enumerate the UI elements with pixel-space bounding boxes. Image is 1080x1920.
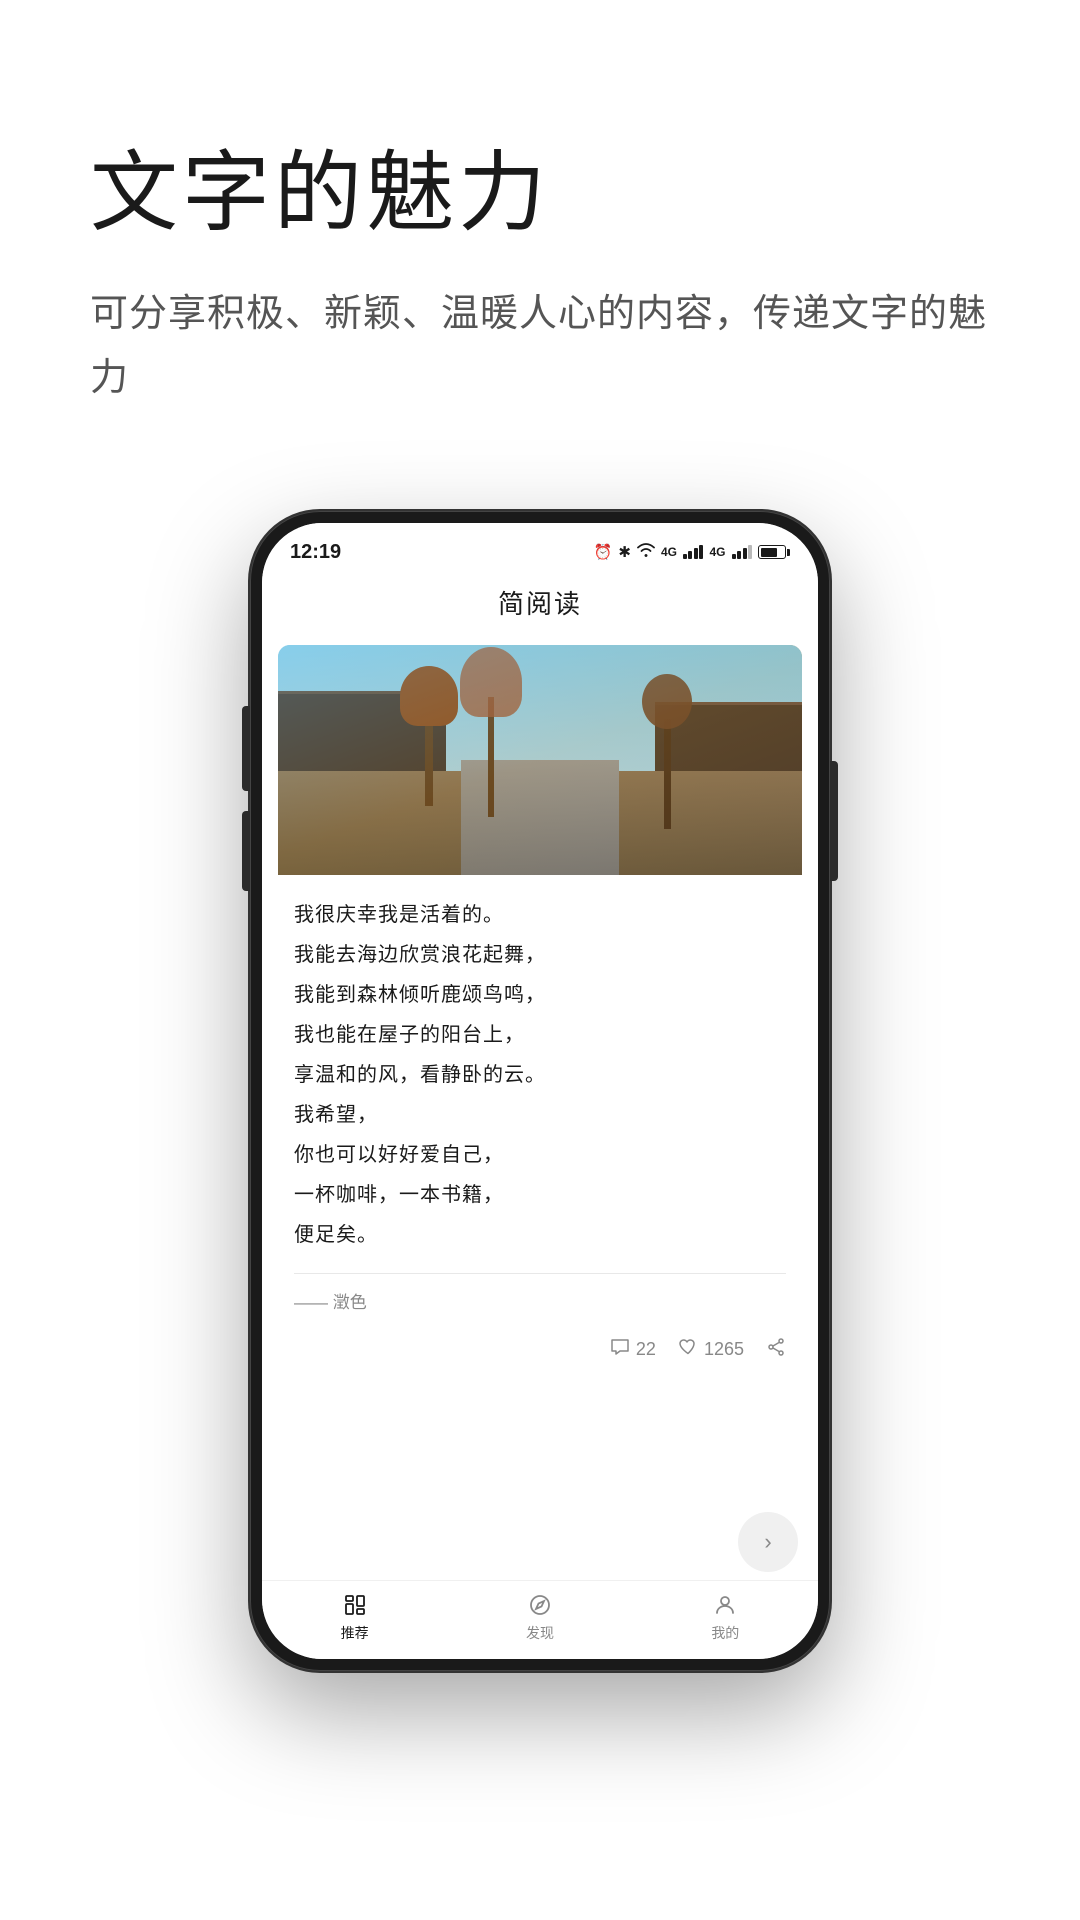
comment-icon	[610, 1338, 630, 1362]
share-icon	[766, 1337, 786, 1363]
top-section: 文字的魅力 可分享积极、新颖、温暖人心的内容，传递文字的魅力	[0, 0, 1080, 471]
recommend-icon	[341, 1591, 369, 1619]
poem-line-9: 便足矣。	[294, 1215, 786, 1255]
signal2-bars	[732, 545, 753, 559]
signal1-label: 4G	[661, 545, 677, 559]
comments-stat[interactable]: 22	[610, 1338, 656, 1362]
card-author: —— 澂色	[294, 1273, 786, 1313]
likes-stat[interactable]: 1265	[678, 1338, 744, 1362]
poem-line-2: 我能去海边欣赏浪花起舞，	[294, 935, 786, 975]
card-body: 我很庆幸我是活着的。 我能去海边欣赏浪花起舞， 我能到森林倾听鹿颂鸟鸣， 我也能…	[278, 875, 802, 1327]
poem-line-4: 我也能在屋子的阳台上，	[294, 1015, 786, 1055]
bluetooth-icon: ✱	[618, 543, 631, 561]
poem-line-8: 一杯咖啡，一本书籍，	[294, 1175, 786, 1215]
profile-icon	[711, 1591, 739, 1619]
nav-item-recommend[interactable]: 推荐	[341, 1591, 369, 1643]
card-footer: 22 1265	[278, 1327, 802, 1377]
nav-label-profile: 我的	[711, 1623, 739, 1643]
wifi-icon	[637, 543, 655, 561]
battery-icon	[758, 545, 790, 559]
nav-item-discover[interactable]: 发现	[526, 1591, 554, 1643]
nav-item-profile[interactable]: 我的	[711, 1591, 739, 1643]
phone-screen: 12:19 ⏰ ✱ 4G 4G	[262, 523, 818, 1659]
content-card: 我很庆幸我是活着的。 我能去海边欣赏浪花起舞， 我能到森林倾听鹿颂鸟鸣， 我也能…	[278, 645, 802, 1377]
app-title: 简阅读	[498, 589, 582, 619]
discover-icon	[526, 1591, 554, 1619]
signal2-label: 4G	[709, 545, 725, 559]
author-name: —— 澂色	[294, 1288, 367, 1313]
bottom-nav: 推荐 发现	[262, 1580, 818, 1659]
poem-line-6: 我希望，	[294, 1095, 786, 1135]
nav-label-discover: 发现	[526, 1623, 554, 1643]
alarm-icon: ⏰	[594, 543, 613, 561]
status-time: 12:19	[290, 541, 341, 564]
comments-count: 22	[636, 1339, 656, 1360]
next-button[interactable]: ›	[738, 1512, 798, 1572]
status-bar: 12:19 ⏰ ✱ 4G 4G	[262, 523, 818, 572]
poem-line-1: 我很庆幸我是活着的。	[294, 895, 786, 935]
poem-line-5: 享温和的风，看静卧的云。	[294, 1055, 786, 1095]
phone-outer: 12:19 ⏰ ✱ 4G 4G	[250, 511, 830, 1671]
share-stat[interactable]	[766, 1337, 786, 1363]
next-btn-wrapper: ›	[262, 1502, 818, 1580]
poem-line-3: 我能到森林倾听鹿颂鸟鸣，	[294, 975, 786, 1015]
likes-count: 1265	[704, 1339, 744, 1360]
phone-wrapper: 12:19 ⏰ ✱ 4G 4G	[0, 471, 1080, 1671]
nav-label-recommend: 推荐	[341, 1623, 369, 1643]
app-content: 我很庆幸我是活着的。 我能去海边欣赏浪花起舞， 我能到森林倾听鹿颂鸟鸣， 我也能…	[262, 637, 818, 1502]
poem-line-7: 你也可以好好爱自己，	[294, 1135, 786, 1175]
page-subtitle: 可分享积极、新颖、温暖人心的内容，传递文字的魅力	[90, 282, 990, 411]
page-title: 文字的魅力	[90, 140, 990, 246]
card-poem: 我很庆幸我是活着的。 我能去海边欣赏浪花起舞， 我能到森林倾听鹿颂鸟鸣， 我也能…	[294, 895, 786, 1255]
status-icons: ⏰ ✱ 4G 4G	[594, 543, 790, 561]
app-header: 简阅读	[262, 572, 818, 637]
signal1-bars	[683, 545, 704, 559]
card-image	[278, 645, 802, 875]
heart-icon	[678, 1338, 698, 1362]
